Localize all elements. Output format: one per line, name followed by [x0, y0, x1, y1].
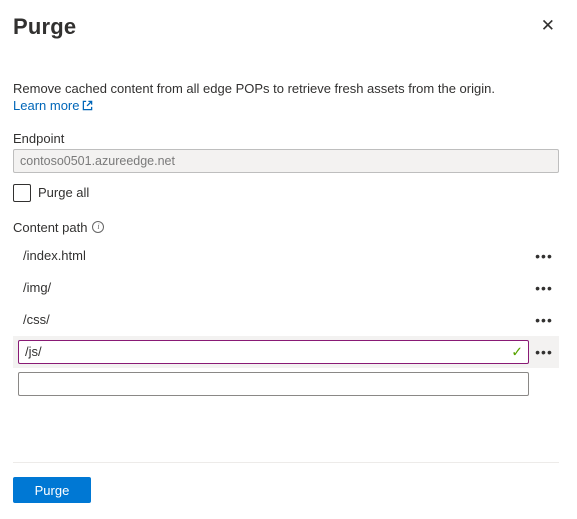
purge-button[interactable]: Purge: [13, 477, 91, 503]
learn-more-label: Learn more: [13, 98, 79, 113]
purge-panel: Purge ✕ Remove cached content from all e…: [0, 0, 577, 519]
content-path-label-text: Content path: [13, 220, 87, 235]
content-path-value[interactable]: /css/: [23, 312, 529, 327]
content-path-row: /css/•••: [13, 304, 559, 336]
content-path-input-wrap: ✓: [18, 340, 529, 364]
close-icon[interactable]: ✕: [537, 14, 559, 37]
panel-header: Purge ✕: [13, 14, 559, 40]
endpoint-input: [13, 149, 559, 173]
content-path-value[interactable]: /img/: [23, 280, 529, 295]
content-path-list: /index.html•••/img/•••/css/•••✓•••: [13, 240, 559, 368]
external-link-icon: [82, 100, 93, 111]
row-more-icon[interactable]: •••: [529, 280, 559, 296]
content-path-input[interactable]: [18, 340, 529, 364]
panel-footer: Purge: [13, 477, 91, 503]
row-more-icon[interactable]: •••: [529, 344, 559, 360]
footer-divider: [13, 462, 559, 463]
purge-all-label: Purge all: [38, 185, 89, 200]
purge-all-row: Purge all: [13, 184, 559, 202]
content-path-row: ✓•••: [13, 336, 559, 368]
info-icon[interactable]: i: [92, 221, 104, 233]
content-path-new-row: [13, 372, 559, 396]
panel-title: Purge: [13, 14, 76, 40]
content-path-row: /img/•••: [13, 272, 559, 304]
panel-description: Remove cached content from all edge POPs…: [13, 80, 559, 98]
content-path-label: Content path i: [13, 220, 559, 235]
content-path-new-input[interactable]: [18, 372, 529, 396]
learn-more-link[interactable]: Learn more: [13, 98, 93, 113]
row-more-icon[interactable]: •••: [529, 312, 559, 328]
content-path-value[interactable]: /index.html: [23, 248, 529, 263]
content-path-row: /index.html•••: [13, 240, 559, 272]
endpoint-label: Endpoint: [13, 131, 559, 146]
row-more-icon[interactable]: •••: [529, 248, 559, 264]
purge-all-checkbox[interactable]: [13, 184, 31, 202]
